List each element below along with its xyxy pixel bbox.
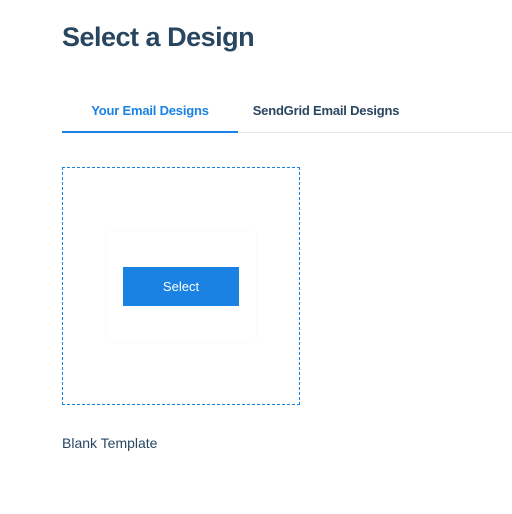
tabs-container: Your Email Designs SendGrid Email Design…: [62, 91, 512, 133]
tab-your-email-designs[interactable]: Your Email Designs: [62, 91, 238, 132]
template-preview: Select: [106, 231, 256, 341]
templates-content: Select Blank Template: [62, 133, 512, 451]
template-name-label: Blank Template: [62, 435, 512, 451]
page-title: Select a Design: [62, 22, 512, 53]
template-card-blank[interactable]: Select: [62, 167, 300, 405]
select-button[interactable]: Select: [123, 267, 239, 306]
tab-sendgrid-email-designs[interactable]: SendGrid Email Designs: [238, 91, 414, 132]
